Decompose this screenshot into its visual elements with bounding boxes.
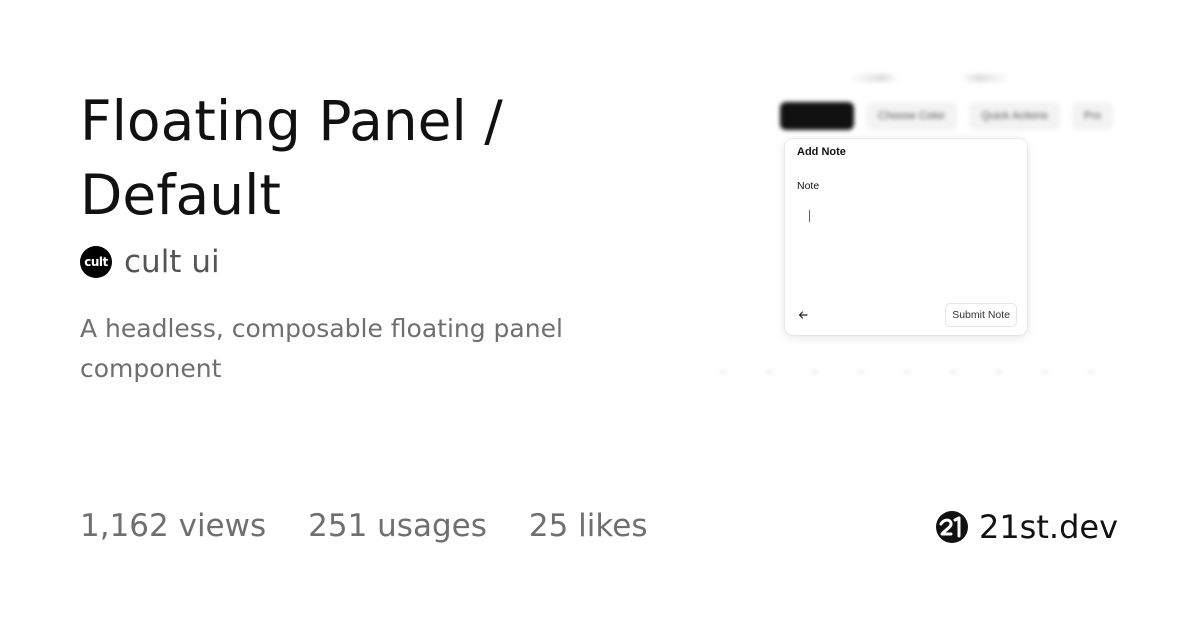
blurred-toolbar-button: Pro [1071,102,1114,130]
submit-note-button[interactable]: Submit Note [945,303,1017,327]
blurred-toolbar-button: Quick Actions [969,102,1060,130]
brand-name[interactable]: 21st.dev [979,508,1118,546]
note-textarea[interactable] [797,203,1015,289]
floating-panel: Add Note Note Submit Note [785,139,1027,335]
views-count: 1,162 views [80,508,267,544]
text-caret [809,210,810,222]
author-logo-icon: cult [80,246,112,278]
blurred-toolbar-button: Choose Color [866,102,958,130]
blurred-decoration [850,74,1010,82]
brand[interactable]: 21st.dev [935,508,1118,546]
page-title: Floating Panel / Default [80,89,503,227]
note-label: Note [797,180,820,192]
back-button[interactable] [795,307,811,323]
likes-count: 25 likes [528,508,648,544]
component-description: A headless, composable floating panel co… [80,314,563,383]
blurred-decoration [720,370,1120,374]
arrow-left-icon [798,311,808,319]
stats-bar: 1,162 views 251 usages 25 likes [80,508,647,544]
panel-title: Add Note [797,146,846,158]
author-name[interactable]: cult ui [124,244,220,280]
blurred-toolbar: Choose Color Quick Actions Pro [780,102,1114,130]
component-preview: Choose Color Quick Actions Pro Add Note … [720,70,1120,390]
usages-count: 251 usages [308,508,487,544]
blurred-toolbar-button [780,102,854,130]
21st-dev-logo-icon [935,511,968,543]
author[interactable]: cult cult ui [80,244,220,280]
